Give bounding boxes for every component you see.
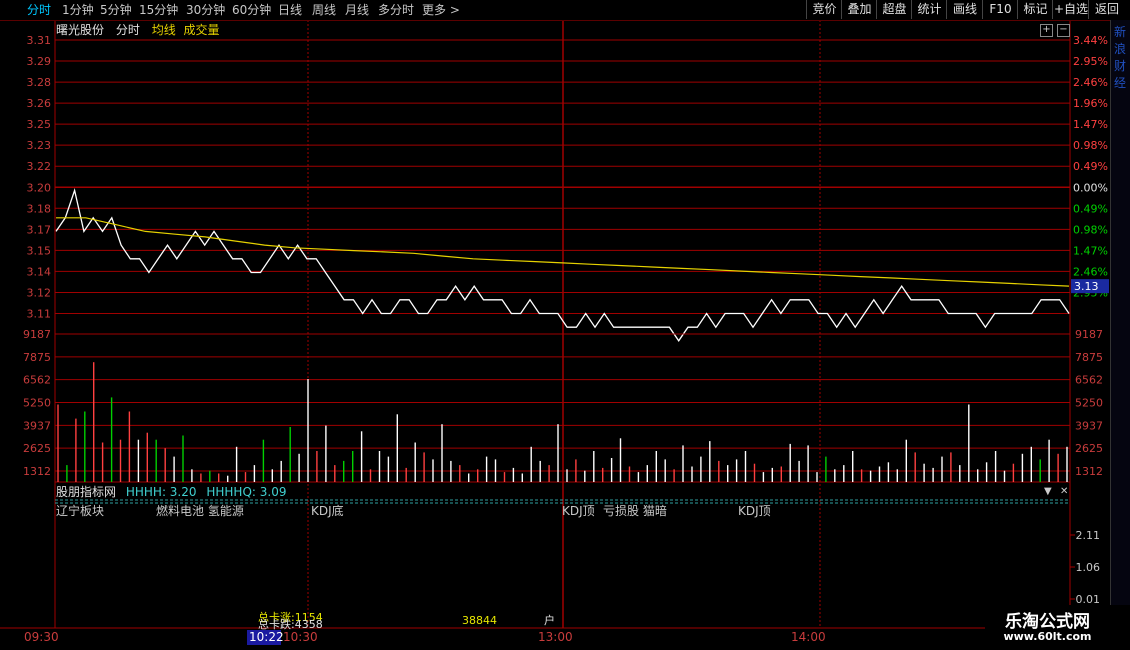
time-label: 10:30 [283, 630, 318, 644]
volume-tick-label: 6562 [23, 374, 51, 387]
price-tick-label: 3.12 [27, 286, 52, 299]
period-toolbar: 分时 1分钟 5分钟 15分钟 30分钟 60分钟 日线 周线 月线 多分时 更多 > 竞价 叠加 超盘统… [0, 0, 1130, 21]
indicator-tick-label: 1.06 [1076, 561, 1101, 574]
volume-tick-label-right: 7875 [1075, 351, 1103, 364]
tag-kdj-top-2: KDJ顶 [738, 504, 771, 518]
avg-line-label: 均线 [151, 23, 176, 37]
price-tick-label: 3.20 [27, 181, 52, 194]
tab-2[interactable]: 5分钟 [100, 2, 132, 18]
stat-limit-down: 总卡跌:4358 [258, 618, 323, 631]
pct-tick-label: 0.98% [1073, 223, 1108, 236]
tag-liaoning: 辽宁板块 [56, 504, 105, 518]
pct-tick-label: 2.95% [1073, 55, 1108, 68]
toolbar-button-4[interactable]: 画线 [946, 0, 983, 19]
toolbar-button-6[interactable]: 标记 [1017, 0, 1053, 19]
volume-tick-label: 1312 [23, 465, 51, 478]
indicator-hhhhq: HHHHQ: 3.09 [206, 485, 287, 499]
zoom-in-icon[interactable]: + [1040, 24, 1053, 37]
tab-10[interactable]: 更多 > [422, 2, 460, 18]
toolbar-button-0[interactable]: 竞价 [806, 0, 842, 19]
volume-label: 成交量 [183, 23, 220, 37]
pct-tick-label: 2.46% [1073, 76, 1108, 89]
zoom-out-icon[interactable]: − [1057, 24, 1070, 37]
side-news-strip[interactable]: 新浪财经 [1110, 20, 1130, 605]
volume-tick-label-right: 6562 [1075, 374, 1103, 387]
price-tick-label: 3.18 [27, 202, 52, 215]
toolbar-button-8[interactable]: 返回 [1088, 0, 1125, 19]
watermark-title: 乐淘公式网 [1005, 612, 1090, 632]
price-tick-label: 3.23 [27, 139, 52, 152]
indicator-hhhh: HHHH: 3.20 [125, 485, 197, 499]
pct-tick-label: 1.96% [1073, 97, 1108, 110]
price-tick-label: 3.17 [27, 223, 52, 236]
price-tick-label: 3.25 [27, 118, 52, 131]
time-label: 14:00 [791, 630, 826, 644]
stat-unit: 户 [544, 614, 555, 627]
chart-mode: 分时 [115, 23, 140, 37]
tag-fuel-cell: 燃料电池 氢能源 [156, 504, 244, 518]
tab-0[interactable]: 分时 [27, 2, 51, 18]
indicator-name[interactable]: 股朋指标网 [56, 485, 116, 499]
pct-tick-label: 0.49% [1073, 202, 1108, 215]
stock-name: 曙光股份 [56, 23, 105, 37]
volume-tick-label: 2625 [23, 442, 51, 455]
pct-tick-label: 0.98% [1073, 139, 1108, 152]
tab-7[interactable]: 周线 [312, 2, 336, 18]
stat-count: 38844 [462, 614, 497, 627]
tab-8[interactable]: 月线 [345, 2, 369, 18]
toolbar-button-2[interactable]: 超盘 [876, 0, 912, 19]
pct-tick-label: 3.44% [1073, 34, 1108, 47]
tab-4[interactable]: 30分钟 [186, 2, 225, 18]
volume-tick-label: 3937 [23, 419, 51, 432]
price-tick-label: 3.11 [27, 307, 52, 320]
watermark-url: www.60lt.com [1003, 630, 1092, 643]
tab-9[interactable]: 多分时 [378, 2, 414, 18]
stock-info-bar: 曙光股份 分时 均线 成交量 [56, 22, 228, 38]
indicator-tick-label: 2.11 [1076, 529, 1101, 542]
pct-tick-label: 0.00% [1073, 181, 1108, 194]
volume-tick-label: 5250 [23, 397, 51, 410]
tag-kdj-bottom: KDJ底 [311, 504, 344, 518]
pct-tick-label: 0.49% [1073, 160, 1108, 173]
pct-tick-label: 1.47% [1073, 118, 1108, 131]
close-icon[interactable]: ✕ [1060, 486, 1068, 497]
pct-tick-label: 2.46% [1073, 265, 1108, 278]
volume-tick-label-right: 3937 [1075, 419, 1103, 432]
price-tick-label: 3.22 [27, 160, 52, 173]
tag-loss-stock: 亏损股 猫暗 [603, 504, 667, 518]
toolbar-button-1[interactable]: 叠加 [841, 0, 877, 19]
price-tick-label: 3.26 [27, 97, 52, 110]
toolbar-button-3[interactable]: 统计 [911, 0, 947, 19]
tab-6[interactable]: 日线 [278, 2, 302, 18]
volume-tick-label: 9187 [23, 328, 51, 341]
price-tick-label: 3.14 [27, 265, 52, 278]
toolbar-button-5[interactable]: F10 [982, 0, 1018, 19]
time-label: 13:00 [538, 630, 573, 644]
tab-5[interactable]: 60分钟 [232, 2, 271, 18]
side-news-text: 新浪财经 [1114, 25, 1127, 90]
volume-tick-label-right: 5250 [1075, 397, 1103, 410]
chevron-down-icon[interactable]: ▼ [1044, 486, 1052, 497]
price-tick-label: 3.31 [27, 34, 52, 47]
selected-time-label: 10:22 [249, 630, 284, 644]
tab-1[interactable]: 1分钟 [62, 2, 94, 18]
pct-tick-label: 1.47% [1073, 244, 1108, 257]
chart-canvas: 3.31 3.29 3.28 3.26 3.25 3.23 3.22 3.20 3.18 3.17… [0, 20, 1110, 645]
indicator-bar: 股朋指标网 HHHH: 3.20 HHHHQ: 3.09 [56, 485, 286, 499]
current-price-label: 3.13 [1074, 280, 1099, 293]
price-tick-label: 3.28 [27, 76, 52, 89]
toolbar-button-7[interactable]: +自选 [1052, 0, 1089, 19]
volume-tick-label: 7875 [23, 351, 51, 364]
tab-3[interactable]: 15分钟 [139, 2, 178, 18]
price-tick-label: 3.15 [27, 244, 52, 257]
volume-tick-label-right: 2625 [1075, 442, 1103, 455]
site-watermark: 乐淘公式网 www.60lt.com [985, 605, 1110, 650]
tag-kdj-top: KDJ顶 [562, 504, 595, 518]
volume-tick-label-right: 1312 [1075, 465, 1103, 478]
volume-tick-label-right: 9187 [1075, 328, 1103, 341]
time-label: 09:30 [24, 630, 59, 644]
price-tick-label: 3.29 [27, 55, 52, 68]
